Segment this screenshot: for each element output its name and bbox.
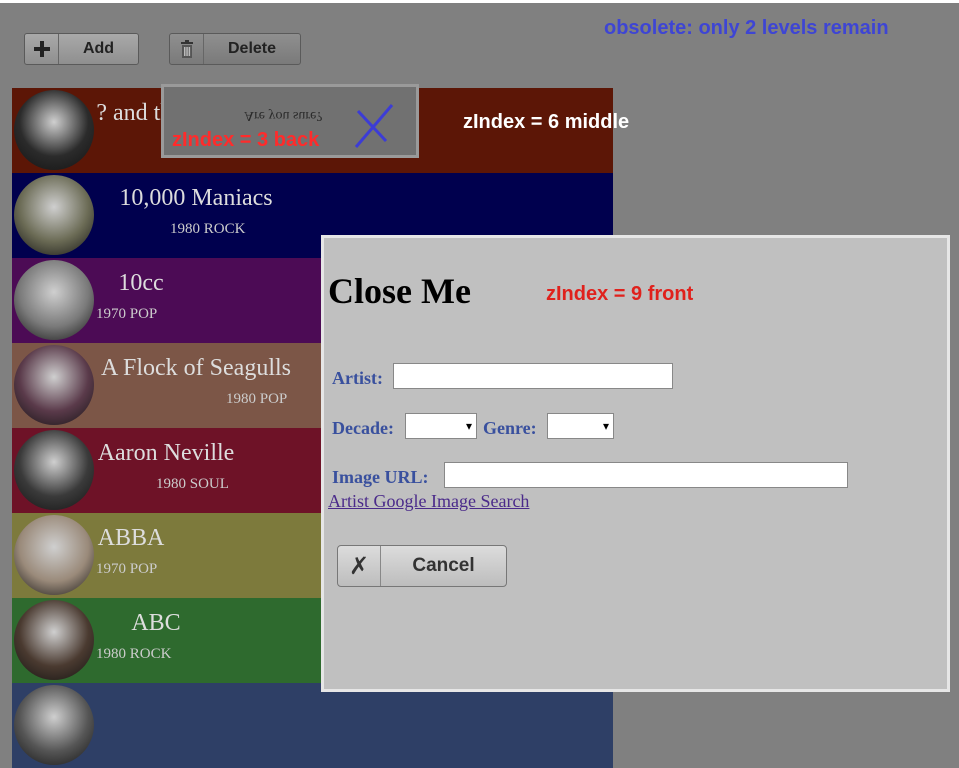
artist-avatar — [14, 685, 94, 765]
artist-avatar — [14, 260, 94, 340]
top-edge — [0, 0, 959, 3]
modal-title[interactable]: Close Me — [328, 270, 471, 312]
artist-avatar — [14, 430, 94, 510]
artist-avatar — [14, 175, 94, 255]
cancel-button[interactable]: ✗ Cancel — [337, 545, 507, 587]
artist-meta: 1980 POP — [226, 391, 288, 407]
cancel-x-icon: ✗ — [338, 546, 381, 586]
close-x-icon[interactable] — [352, 101, 396, 151]
artist-name: ABBA — [97, 525, 165, 551]
artist-meta: 1970 POP — [96, 306, 158, 322]
artist-meta: 1980 SOUL — [156, 476, 229, 492]
decade-select[interactable]: ▾ — [405, 413, 477, 439]
google-image-search-link[interactable]: Artist Google Image Search — [328, 491, 529, 512]
back-dialog-text: Are you sure? — [244, 108, 323, 123]
artist-name: 10cc — [118, 270, 164, 296]
artist-name: A Flock of Seagulls — [101, 355, 291, 381]
delete-label: Delete — [227, 40, 277, 57]
decade-label: Decade: — [332, 418, 394, 438]
artist-avatar — [14, 90, 94, 170]
artist-name: Aaron Neville — [97, 440, 235, 466]
artist-label: Artist: — [332, 368, 383, 388]
image-url-label: Image URL: — [332, 467, 429, 487]
list-item[interactable] — [12, 683, 613, 768]
artist-input[interactable] — [393, 363, 673, 389]
add-button[interactable]: Add — [24, 33, 139, 65]
trash-icon — [170, 34, 204, 64]
image-url-input[interactable] — [444, 462, 848, 488]
delete-button[interactable]: Delete — [169, 33, 301, 65]
artist-avatar — [14, 345, 94, 425]
artist-meta: 1980 ROCK — [170, 221, 246, 237]
zindex-back-label: zIndex = 3 back — [172, 129, 320, 151]
artist-name: ABC — [131, 610, 181, 636]
genre-select[interactable]: ▾ — [547, 413, 614, 439]
add-label: Add — [82, 40, 115, 57]
obsolete-notice: obsolete: only 2 levels remain — [604, 17, 889, 39]
cancel-label: Cancel — [412, 555, 475, 576]
plus-icon — [25, 34, 59, 64]
artist-meta: 1970 POP — [96, 561, 158, 577]
zindex-middle-label: zIndex = 6 middle — [463, 111, 630, 133]
artist-avatar — [14, 600, 94, 680]
artist-meta: 1980 ROCK — [96, 646, 172, 662]
genre-label: Genre: — [483, 418, 537, 438]
zindex-front-label: zIndex = 9 front — [546, 283, 694, 305]
artist-name: 10,000 Maniacs — [119, 185, 273, 211]
artist-avatar — [14, 515, 94, 595]
